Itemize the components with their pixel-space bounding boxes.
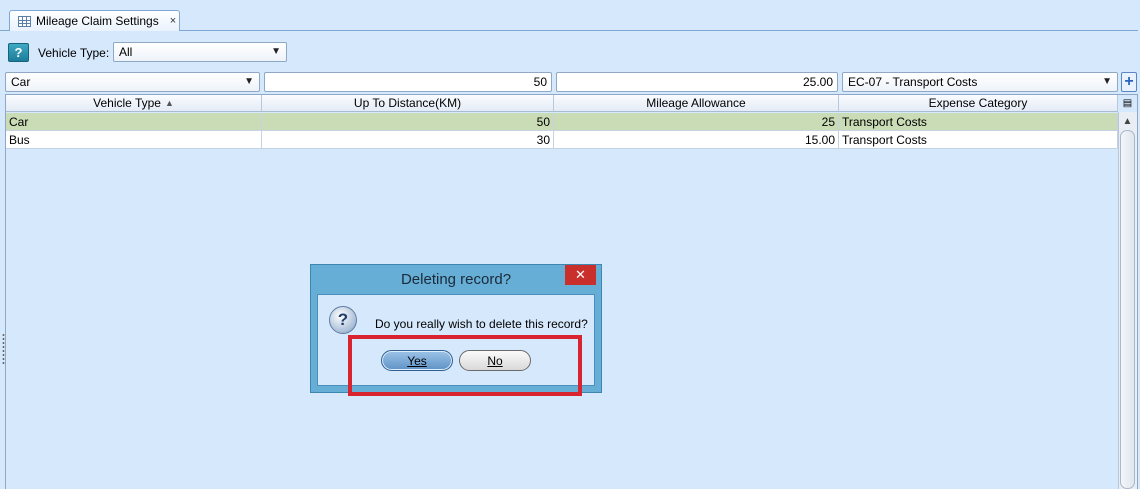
cell-vehicle-type: Bus (6, 131, 262, 149)
vehicle-type-filter-value: All (119, 45, 133, 59)
column-menu-icon[interactable]: ▤ (1119, 95, 1136, 111)
tab-mileage-claim-settings[interactable]: Mileage Claim Settings × (9, 10, 180, 31)
column-header-distance[interactable]: Up To Distance(KM) (262, 95, 554, 112)
chevron-down-icon: ▼ (1102, 75, 1112, 87)
table-body: Car 50 25 Transport Costs Bus 30 15.00 T… (6, 113, 1118, 149)
column-header-vehicle-type[interactable]: Vehicle Type ▲ (6, 95, 262, 112)
allowance-input[interactable]: 25.00 (556, 72, 838, 92)
cell-distance: 30 (262, 131, 554, 149)
vehicle-type-filter-label: Vehicle Type: (38, 46, 110, 60)
scrollbar-thumb[interactable] (1120, 130, 1135, 489)
sort-ascending-icon: ▲ (164, 98, 174, 108)
chevron-down-icon: ▼ (244, 75, 254, 87)
cell-distance: 50 (262, 113, 554, 131)
vehicle-type-editor-value: Car (11, 75, 31, 89)
allowance-input-value: 25.00 (802, 75, 833, 89)
close-icon[interactable]: × (170, 15, 176, 27)
cell-vehicle-type: Car (6, 113, 262, 131)
column-header-expense-category[interactable]: Expense Category (839, 95, 1118, 112)
dialog-message: Do you really wish to delete this record… (375, 317, 588, 331)
table-icon (18, 15, 31, 27)
question-icon: ? (329, 306, 357, 334)
cell-category: Transport Costs (839, 131, 1118, 149)
distance-input-value: 50 (533, 75, 547, 89)
cell-allowance: 25 (554, 113, 839, 131)
expense-category-select[interactable]: EC-07 - Transport Costs ▼ (842, 72, 1118, 92)
highlight-annotation-box (348, 335, 582, 396)
column-header-allowance[interactable]: Mileage Allowance (554, 95, 839, 112)
cell-allowance: 15.00 (554, 131, 839, 149)
scroll-up-icon[interactable]: ▲ (1119, 113, 1136, 129)
expense-category-value: EC-07 - Transport Costs (848, 75, 978, 89)
vehicle-type-editor-select[interactable]: Car ▼ (5, 72, 260, 92)
distance-input[interactable]: 50 (264, 72, 552, 92)
column-header-label: Mileage Allowance (646, 96, 746, 110)
splitter-grip-icon[interactable] (2, 333, 5, 365)
column-header-label: Vehicle Type (93, 96, 161, 110)
cell-category: Transport Costs (839, 113, 1118, 131)
help-button[interactable]: ? (8, 43, 29, 62)
add-record-button[interactable]: + (1121, 72, 1137, 92)
column-header-label: Expense Category (928, 96, 1028, 110)
dialog-title: Deleting record? (400, 270, 512, 288)
vehicle-type-filter-select[interactable]: All ▼ (113, 42, 287, 62)
dialog-close-button[interactable]: ✕ (565, 265, 596, 285)
chevron-down-icon: ▼ (271, 45, 281, 57)
table-row[interactable]: Bus 30 15.00 Transport Costs (6, 131, 1118, 149)
table-row[interactable]: Car 50 25 Transport Costs (6, 113, 1118, 131)
tab-label: Mileage Claim Settings (36, 14, 159, 28)
column-header-label: Up To Distance(KM) (353, 96, 462, 110)
